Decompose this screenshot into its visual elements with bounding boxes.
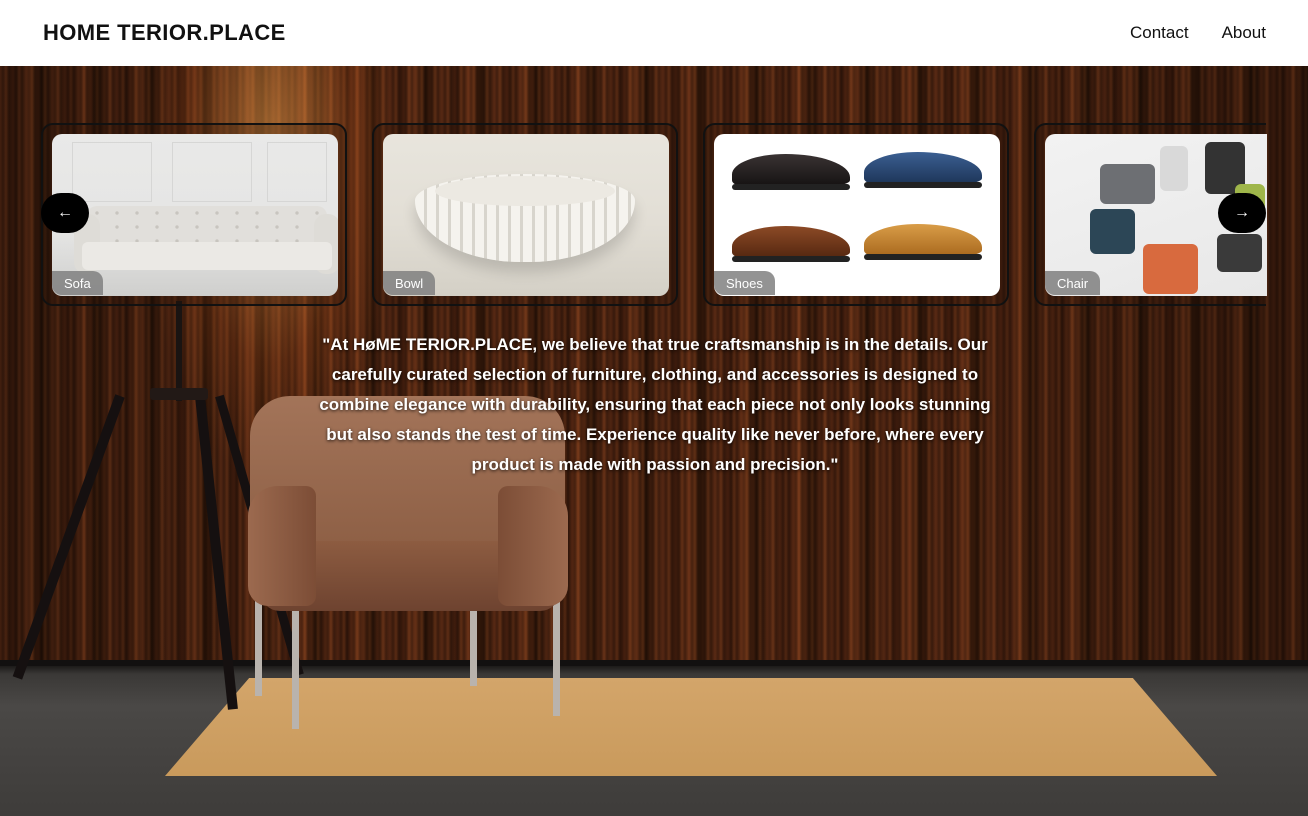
main-nav: Contact About <box>1130 23 1266 43</box>
card-label: Chair <box>1045 271 1101 295</box>
shoe-black <box>732 154 850 190</box>
chair-shape <box>1090 209 1135 254</box>
bowl-inner <box>435 176 615 206</box>
armchair-arm <box>498 486 568 606</box>
armchair-leg <box>553 601 560 716</box>
card-label: Bowl <box>383 271 436 295</box>
sofa-seat <box>82 242 332 270</box>
armchair-arm <box>248 486 316 606</box>
chair-shape <box>1143 244 1198 294</box>
armchair-leg <box>255 601 262 696</box>
card-label: Shoes <box>714 271 775 295</box>
carousel-card-bowl[interactable]: Bowl <box>372 123 678 306</box>
nav-contact-link[interactable]: Contact <box>1130 23 1189 43</box>
wall-panel <box>172 142 252 202</box>
chair-shape <box>1100 164 1155 204</box>
rug-image <box>165 678 1217 776</box>
site-header: HOME TERIOR.PLACE Contact About <box>0 0 1308 66</box>
brand-quote: "At HøME TERIOR.PLACE, we believe that t… <box>319 335 991 474</box>
shoe-tan <box>864 224 982 260</box>
armchair-leg <box>470 601 477 686</box>
hero-section: Sofa Bowl Shoes Chair ← → "At HøME TERIO… <box>0 66 1308 816</box>
carousel-next-button[interactable]: → <box>1218 193 1266 233</box>
shoe-blue <box>864 152 982 188</box>
wall-panel <box>72 142 152 202</box>
nav-about-link[interactable]: About <box>1222 23 1266 43</box>
carousel-prev-button[interactable]: ← <box>41 193 89 233</box>
floor-lamp-pole <box>176 301 182 401</box>
arrow-right-icon: → <box>1234 204 1250 221</box>
card-label: Sofa <box>52 271 103 295</box>
site-logo[interactable]: HOME TERIOR.PLACE <box>43 20 286 46</box>
floor-lamp-head <box>150 388 208 400</box>
shoe-brown <box>732 226 850 262</box>
armchair-leg <box>292 611 299 729</box>
wall-panel <box>267 142 327 202</box>
chair-shape <box>1217 234 1262 272</box>
chair-shape <box>1160 146 1188 191</box>
carousel-card-shoes[interactable]: Shoes <box>703 123 1009 306</box>
arrow-left-icon: ← <box>57 204 73 221</box>
